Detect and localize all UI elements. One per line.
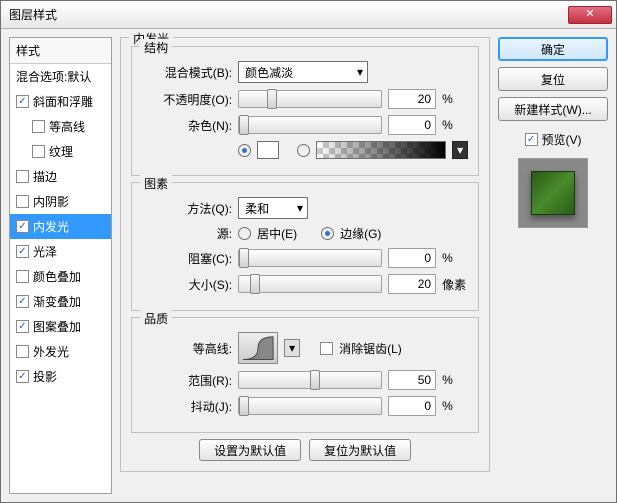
- source-center-label: 居中(E): [257, 225, 297, 242]
- technique-label: 方法(Q):: [142, 200, 232, 217]
- elements-legend: 图素: [140, 175, 172, 192]
- set-default-button[interactable]: 设置为默认值: [199, 439, 301, 461]
- checkbox-icon[interactable]: [16, 345, 29, 358]
- quality-group: 品质 等高线: ▾ 消除锯齿(L) 范围(R):: [131, 317, 479, 433]
- size-label: 大小(S):: [142, 276, 232, 293]
- checkbox-icon[interactable]: [16, 270, 29, 283]
- jitter-label: 抖动(J):: [142, 398, 232, 415]
- choke-label: 阻塞(C):: [142, 250, 232, 267]
- elements-group: 图素 方法(Q): 柔和 源: 居中(E) 边缘(G) 阻塞(C):: [131, 182, 479, 311]
- cancel-button[interactable]: 复位: [498, 67, 608, 91]
- style-item-bevel[interactable]: 斜面和浮雕: [10, 89, 111, 114]
- size-unit: 像素: [442, 276, 468, 293]
- preview-checkbox[interactable]: [525, 133, 538, 146]
- blend-mode-label: 混合模式(B):: [142, 64, 232, 81]
- checkbox-icon[interactable]: [32, 145, 45, 158]
- new-style-button[interactable]: 新建样式(W)...: [498, 97, 608, 121]
- antialias-label: 消除锯齿(L): [339, 340, 402, 357]
- glow-gradient-picker[interactable]: [316, 141, 446, 159]
- checkbox-icon[interactable]: [16, 370, 29, 383]
- blend-options-item[interactable]: 混合选项:默认: [10, 64, 111, 89]
- noise-input[interactable]: [388, 115, 436, 135]
- preview-thumbnail: [518, 158, 588, 228]
- style-item-contour[interactable]: 等高线: [10, 114, 111, 139]
- reset-default-button[interactable]: 复位为默认值: [309, 439, 411, 461]
- size-input[interactable]: [388, 274, 436, 294]
- checkbox-icon[interactable]: [32, 120, 45, 133]
- preview-label: 预览(V): [542, 131, 582, 148]
- style-item-outer-glow[interactable]: 外发光: [10, 339, 111, 364]
- dialog-title: 图层样式: [9, 6, 568, 23]
- choke-slider[interactable]: [238, 249, 382, 267]
- blend-mode-select[interactable]: 颜色减淡: [238, 61, 368, 83]
- style-list-header: 样式: [10, 38, 111, 64]
- style-item-drop-shadow[interactable]: 投影: [10, 364, 111, 389]
- choke-input[interactable]: [388, 248, 436, 268]
- checkbox-icon[interactable]: [16, 245, 29, 258]
- main-panel: 内发光 结构 混合模式(B): 颜色减淡 不透明度(O): % 杂色(N):: [120, 37, 490, 494]
- opacity-slider[interactable]: [238, 90, 382, 108]
- ok-button[interactable]: 确定: [498, 37, 608, 61]
- opacity-input[interactable]: [388, 89, 436, 109]
- noise-slider[interactable]: [238, 116, 382, 134]
- range-slider[interactable]: [238, 371, 382, 389]
- structure-legend: 结构: [140, 39, 172, 56]
- jitter-input[interactable]: [388, 396, 436, 416]
- jitter-unit: %: [442, 399, 468, 413]
- style-item-inner-glow[interactable]: 内发光: [10, 214, 111, 239]
- size-slider[interactable]: [238, 275, 382, 293]
- contour-picker[interactable]: [238, 332, 278, 364]
- checkbox-icon[interactable]: [16, 95, 29, 108]
- style-item-pattern-overlay[interactable]: 图案叠加: [10, 314, 111, 339]
- layer-style-dialog: 图层样式 ✕ 样式 混合选项:默认 斜面和浮雕 等高线 纹理 描边 内阴影 内发…: [0, 0, 617, 503]
- opacity-label: 不透明度(O):: [142, 91, 232, 108]
- structure-group: 结构 混合模式(B): 颜色减淡 不透明度(O): % 杂色(N):: [131, 46, 479, 176]
- style-item-color-overlay[interactable]: 颜色叠加: [10, 264, 111, 289]
- color-radio[interactable]: [238, 144, 251, 157]
- source-center-radio[interactable]: [238, 227, 251, 240]
- style-item-stroke[interactable]: 描边: [10, 164, 111, 189]
- source-label: 源:: [142, 225, 232, 242]
- checkbox-icon[interactable]: [16, 195, 29, 208]
- checkbox-icon[interactable]: [16, 320, 29, 333]
- checkbox-icon[interactable]: [16, 220, 29, 233]
- noise-unit: %: [442, 118, 468, 132]
- checkbox-icon[interactable]: [16, 295, 29, 308]
- contour-dropdown-icon[interactable]: ▾: [284, 339, 300, 357]
- preview-swatch-icon: [531, 171, 575, 215]
- gradient-dropdown-icon[interactable]: ▾: [452, 141, 468, 159]
- quality-legend: 品质: [140, 310, 172, 327]
- style-item-texture[interactable]: 纹理: [10, 139, 111, 164]
- style-item-inner-shadow[interactable]: 内阴影: [10, 189, 111, 214]
- range-input[interactable]: [388, 370, 436, 390]
- range-unit: %: [442, 373, 468, 387]
- checkbox-icon[interactable]: [16, 170, 29, 183]
- source-edge-label: 边缘(G): [340, 225, 381, 242]
- technique-select[interactable]: 柔和: [238, 197, 308, 219]
- actions-column: 确定 复位 新建样式(W)... 预览(V): [498, 37, 608, 494]
- noise-label: 杂色(N):: [142, 117, 232, 134]
- gradient-radio[interactable]: [297, 144, 310, 157]
- style-item-satin[interactable]: 光泽: [10, 239, 111, 264]
- jitter-slider[interactable]: [238, 397, 382, 415]
- contour-curve-icon: [241, 335, 275, 361]
- source-edge-radio[interactable]: [321, 227, 334, 240]
- opacity-unit: %: [442, 92, 468, 106]
- glow-color-swatch[interactable]: [257, 141, 279, 159]
- range-label: 范围(R):: [142, 372, 232, 389]
- contour-label: 等高线:: [142, 340, 232, 357]
- inner-glow-group: 内发光 结构 混合模式(B): 颜色减淡 不透明度(O): % 杂色(N):: [120, 37, 490, 472]
- style-item-gradient-overlay[interactable]: 渐变叠加: [10, 289, 111, 314]
- style-list: 样式 混合选项:默认 斜面和浮雕 等高线 纹理 描边 内阴影 内发光 光泽 颜色…: [9, 37, 112, 494]
- antialias-checkbox[interactable]: [320, 342, 333, 355]
- titlebar: 图层样式 ✕: [1, 1, 616, 29]
- choke-unit: %: [442, 251, 468, 265]
- close-button[interactable]: ✕: [568, 6, 612, 24]
